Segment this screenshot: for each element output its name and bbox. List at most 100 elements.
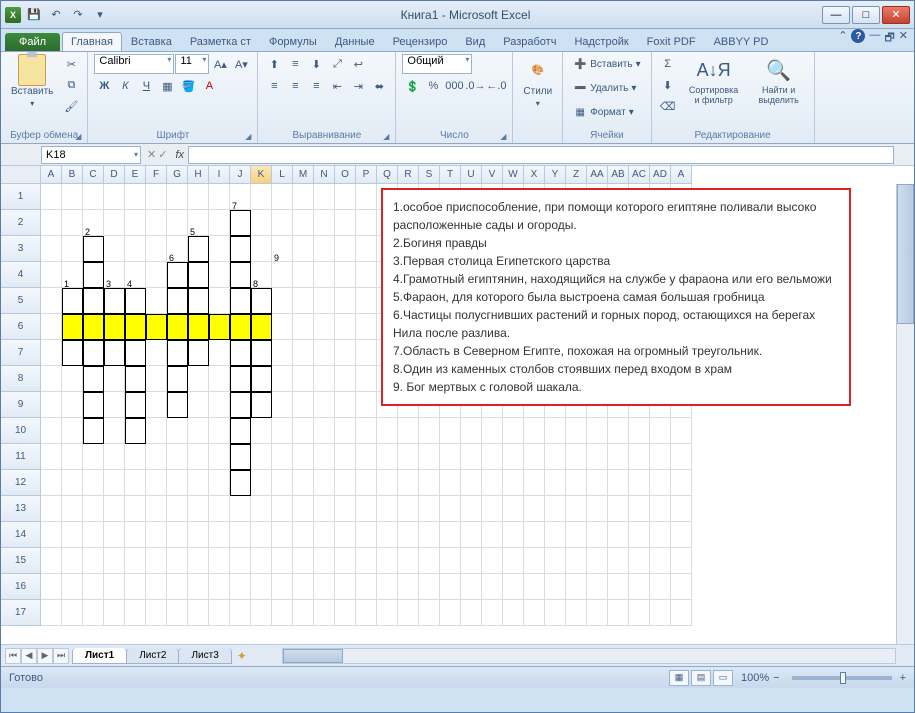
cell-A5[interactable] xyxy=(41,288,62,314)
cell-I4[interactable] xyxy=(209,262,230,288)
cell-F8[interactable] xyxy=(146,366,167,392)
cell-D2[interactable] xyxy=(104,210,125,236)
cell-AB14[interactable] xyxy=(608,522,629,548)
cell-X14[interactable] xyxy=(524,522,545,548)
cell-D12[interactable] xyxy=(104,470,125,496)
cell-P11[interactable] xyxy=(356,444,377,470)
col-header-O[interactable]: O xyxy=(335,166,356,184)
cell-S11[interactable] xyxy=(419,444,440,470)
font-color-button[interactable]: A xyxy=(199,76,219,96)
cell-G14[interactable] xyxy=(167,522,188,548)
cell-AA13[interactable] xyxy=(587,496,608,522)
align-dialog-launcher[interactable]: ◢ xyxy=(383,132,389,141)
col-header-J[interactable]: J xyxy=(230,166,251,184)
cell-AD10[interactable] xyxy=(650,418,671,444)
col-header-T[interactable]: T xyxy=(440,166,461,184)
col-header-AA[interactable]: AA xyxy=(587,166,608,184)
cell-F17[interactable] xyxy=(146,600,167,626)
row-header-4[interactable]: 4 xyxy=(1,262,41,288)
cell-J5[interactable] xyxy=(230,288,251,314)
cell-A13[interactable] xyxy=(671,496,692,522)
cell-H4[interactable] xyxy=(188,262,209,288)
cell-Z13[interactable] xyxy=(566,496,587,522)
increase-indent-button[interactable]: ⇥ xyxy=(348,76,368,96)
cell-X17[interactable] xyxy=(524,600,545,626)
cell-G7[interactable] xyxy=(167,340,188,366)
align-middle-button[interactable]: ≡ xyxy=(285,54,305,74)
cell-A14[interactable] xyxy=(41,522,62,548)
cell-M13[interactable] xyxy=(293,496,314,522)
cell-O8[interactable] xyxy=(335,366,356,392)
cell-B14[interactable] xyxy=(62,522,83,548)
mdi-restore-icon[interactable]: 🗗 xyxy=(884,29,894,48)
cell-L15[interactable] xyxy=(272,548,293,574)
cell-B15[interactable] xyxy=(62,548,83,574)
cell-Z11[interactable] xyxy=(566,444,587,470)
cell-N17[interactable] xyxy=(314,600,335,626)
cell-B6[interactable] xyxy=(62,314,83,340)
cell-E3[interactable] xyxy=(125,236,146,262)
cell-Q11[interactable] xyxy=(377,444,398,470)
cell-O10[interactable] xyxy=(335,418,356,444)
cell-C17[interactable] xyxy=(83,600,104,626)
cell-K14[interactable] xyxy=(251,522,272,548)
cell-M12[interactable] xyxy=(293,470,314,496)
cell-G6[interactable] xyxy=(167,314,188,340)
cell-M8[interactable] xyxy=(293,366,314,392)
autosum-button[interactable]: Σ xyxy=(658,54,678,74)
accept-formula-icon[interactable]: ✓ xyxy=(158,148,167,161)
wrap-text-button[interactable]: ↩ xyxy=(348,54,368,74)
cell-F14[interactable] xyxy=(146,522,167,548)
cell-AD15[interactable] xyxy=(650,548,671,574)
cell-Y12[interactable] xyxy=(545,470,566,496)
cell-K7[interactable] xyxy=(251,340,272,366)
cell-G13[interactable] xyxy=(167,496,188,522)
cell-Q10[interactable] xyxy=(377,418,398,444)
cell-F3[interactable] xyxy=(146,236,167,262)
cell-V17[interactable] xyxy=(482,600,503,626)
cell-T15[interactable] xyxy=(440,548,461,574)
row-header-14[interactable]: 14 xyxy=(1,522,41,548)
col-header-F[interactable]: F xyxy=(146,166,167,184)
cell-Q15[interactable] xyxy=(377,548,398,574)
cell-R15[interactable] xyxy=(398,548,419,574)
cell-I2[interactable] xyxy=(209,210,230,236)
cell-J9[interactable] xyxy=(230,392,251,418)
cell-N5[interactable] xyxy=(314,288,335,314)
cell-J14[interactable] xyxy=(230,522,251,548)
cell-F1[interactable] xyxy=(146,184,167,210)
cell-I5[interactable] xyxy=(209,288,230,314)
sheet-tab-Лист2[interactable]: Лист2 xyxy=(126,648,179,664)
cell-C1[interactable] xyxy=(83,184,104,210)
row-header-15[interactable]: 15 xyxy=(1,548,41,574)
cell-O16[interactable] xyxy=(335,574,356,600)
cell-G8[interactable] xyxy=(167,366,188,392)
cell-C7[interactable] xyxy=(83,340,104,366)
cell-M3[interactable] xyxy=(293,236,314,262)
cell-M15[interactable] xyxy=(293,548,314,574)
cell-A10[interactable] xyxy=(41,418,62,444)
cell-S13[interactable] xyxy=(419,496,440,522)
cell-D11[interactable] xyxy=(104,444,125,470)
cell-B8[interactable] xyxy=(62,366,83,392)
cell-C15[interactable] xyxy=(83,548,104,574)
cell-G15[interactable] xyxy=(167,548,188,574)
cell-B3[interactable] xyxy=(62,236,83,262)
cell-J11[interactable] xyxy=(230,444,251,470)
col-header-P[interactable]: P xyxy=(356,166,377,184)
cell-N9[interactable] xyxy=(314,392,335,418)
cell-O2[interactable] xyxy=(335,210,356,236)
cell-P3[interactable] xyxy=(356,236,377,262)
cell-U12[interactable] xyxy=(461,470,482,496)
cell-K3[interactable] xyxy=(251,236,272,262)
cell-Q17[interactable] xyxy=(377,600,398,626)
cell-E2[interactable] xyxy=(125,210,146,236)
cell-N10[interactable] xyxy=(314,418,335,444)
cell-W15[interactable] xyxy=(503,548,524,574)
sheet-nav-last[interactable]: ⏭ xyxy=(53,648,69,664)
cell-J4[interactable] xyxy=(230,262,251,288)
cell-I15[interactable] xyxy=(209,548,230,574)
find-select-button[interactable]: 🔍 Найти и выделить xyxy=(750,54,808,108)
clear-button[interactable]: ⌫ xyxy=(658,96,678,116)
paste-button[interactable]: Вставить▾ xyxy=(7,54,57,110)
